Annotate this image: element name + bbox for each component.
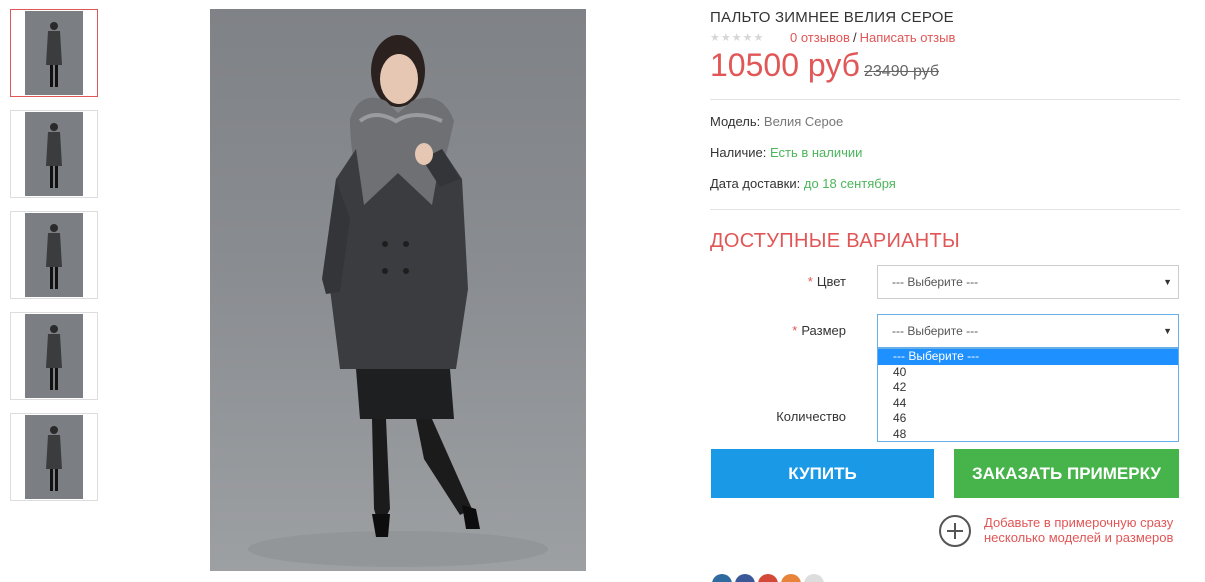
color-label-text: Цвет (816, 274, 846, 289)
stock-value: Есть в наличии (769, 145, 863, 160)
divider (710, 99, 1180, 100)
size-option[interactable]: 40 (878, 365, 1178, 381)
current-price: 10500 руб (710, 47, 860, 83)
size-select[interactable]: --- Выберите --- ▼ (877, 314, 1179, 348)
chevron-down-icon: ▼ (1163, 277, 1172, 287)
product-title: ПАЛЬТО ЗИМНЕЕ ВЕЛИЯ СЕРОЕ (710, 9, 954, 26)
divider (710, 209, 1180, 210)
delivery-label: Дата доставки: (710, 176, 801, 191)
product-thumbnail[interactable] (10, 9, 98, 97)
chevron-down-icon: ▼ (1163, 326, 1172, 336)
product-thumbnail[interactable] (10, 211, 98, 299)
product-thumbnail[interactable] (10, 312, 98, 400)
thumbnail-photo (25, 415, 83, 499)
google-plus-icon[interactable] (758, 574, 778, 582)
size-label-text: Размер (801, 323, 846, 338)
price-row: 10500 руб 23490 руб (710, 47, 1180, 84)
delivery-row: Дата доставки: до 18 сентября (710, 176, 1180, 191)
variants-title: ДОСТУПНЫЕ ВАРИАНТЫ (710, 230, 961, 252)
quantity-label: Количество (776, 409, 846, 424)
size-label: * Размер (760, 323, 846, 338)
rating-stars-icon: ★★★★★ (710, 32, 765, 44)
required-mark: * (792, 323, 798, 338)
write-review-link[interactable]: Написать отзыв (860, 30, 956, 45)
coat-model-illustration (248, 35, 548, 567)
thumbnail-photo (25, 314, 83, 398)
social-share (712, 574, 824, 582)
size-option[interactable]: 44 (878, 396, 1178, 412)
buy-button[interactable]: КУПИТЬ (711, 449, 934, 498)
size-select-value: --- Выберите --- (892, 324, 979, 338)
old-price: 23490 руб (864, 63, 939, 80)
required-mark: * (807, 274, 813, 289)
color-label: * Цвет (760, 274, 846, 289)
product-thumbnail[interactable] (10, 413, 98, 501)
fitting-promo-text: Добавьте в примерочную сразу несколько м… (984, 515, 1174, 545)
reviews-link[interactable]: 0 отзывов (790, 30, 850, 45)
stock-row: Наличие: Есть в наличии (710, 145, 1180, 160)
size-option[interactable]: 48 (878, 427, 1178, 443)
share-count-icon (804, 574, 824, 582)
plus-circle-icon[interactable] (939, 515, 971, 547)
model-value: Велия Серое (763, 114, 844, 129)
size-dropdown-list[interactable]: --- Выберите --- 40 42 44 46 48 (877, 348, 1179, 442)
thumbnail-photo (25, 213, 83, 297)
order-fitting-button[interactable]: ЗАКАЗАТЬ ПРИМЕРКУ (954, 449, 1179, 498)
model-label: Модель: (710, 114, 761, 129)
color-select-value: --- Выберите --- (892, 275, 979, 289)
reviews-separator: / (852, 30, 857, 45)
thumbnail-photo (25, 11, 83, 95)
main-product-photo[interactable] (210, 9, 586, 571)
product-info: ПАЛЬТО ЗИМНЕЕ ВЕЛИЯ СЕРОЕ ★★★★★ 0 отзыво… (710, 9, 1180, 253)
size-option[interactable]: 46 (878, 411, 1178, 427)
size-option[interactable]: --- Выберите --- (878, 349, 1178, 365)
color-select[interactable]: --- Выберите --- ▼ (877, 265, 1179, 299)
delivery-value: до 18 сентября (803, 176, 896, 191)
rating-row: ★★★★★ 0 отзывов / Написать отзыв (710, 30, 1180, 45)
model-row: Модель: Велия Серое (710, 114, 1180, 129)
odnoklassniki-icon[interactable] (781, 574, 801, 582)
thumbnail-photo (25, 112, 83, 196)
product-thumbnail[interactable] (10, 110, 98, 198)
size-option[interactable]: 42 (878, 380, 1178, 396)
facebook-icon[interactable] (735, 574, 755, 582)
twitter-icon[interactable] (712, 574, 732, 582)
stock-label: Наличие: (710, 145, 767, 160)
thumbnail-gallery (10, 9, 98, 514)
